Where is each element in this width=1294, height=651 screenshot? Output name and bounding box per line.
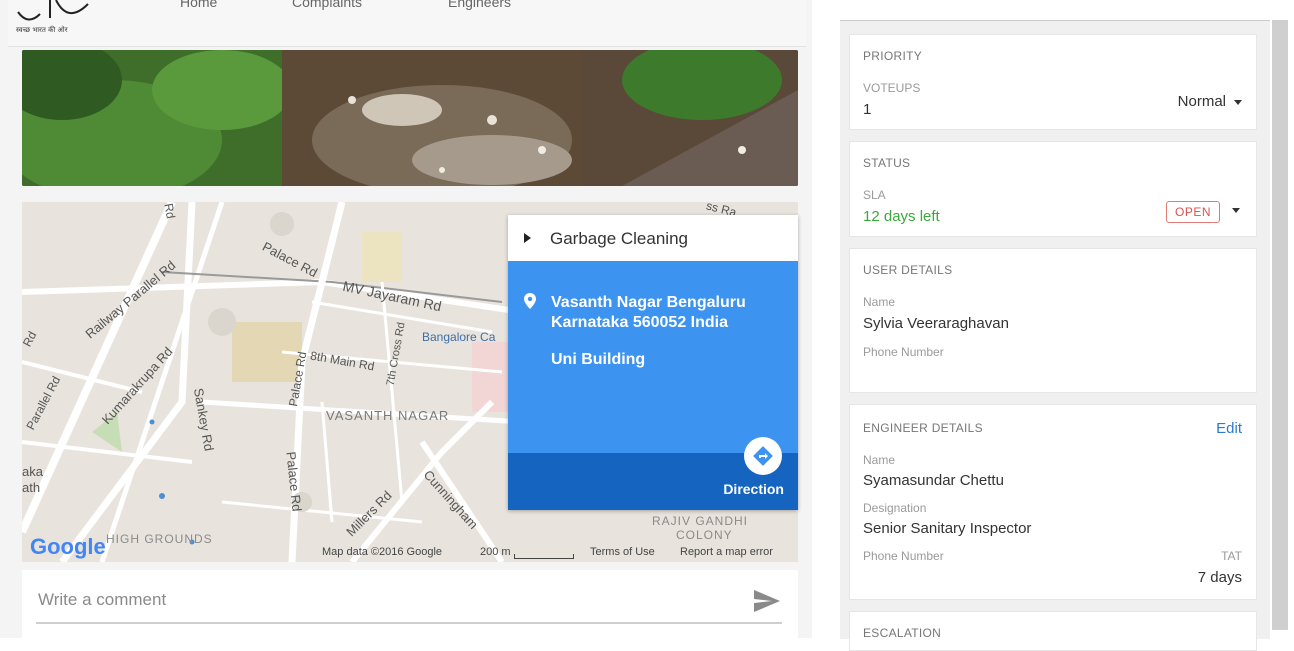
map-data-credit: Map data ©2016 Google bbox=[322, 546, 443, 558]
tat-label: TAT bbox=[1221, 549, 1242, 563]
top-navbar: स्वच्छ भारत की ओर Home Complaints Engine… bbox=[8, 0, 806, 47]
map-terms-link[interactable]: Terms of Use bbox=[590, 546, 655, 558]
location-pin-icon bbox=[524, 293, 536, 309]
address-line-2: Karnataka 560052 India bbox=[551, 314, 728, 331]
comment-underline bbox=[36, 622, 782, 624]
map-label-bangalore-ca: Bangalore Ca bbox=[422, 330, 496, 344]
address-line-1: Vasanth Nagar Bengaluru bbox=[551, 294, 746, 311]
sla-label: SLA bbox=[863, 188, 886, 202]
user-name: Sylvia Veeraraghavan bbox=[863, 315, 1009, 332]
priority-selected: Normal bbox=[1177, 93, 1226, 110]
map-label-colony: COLONY bbox=[676, 528, 733, 542]
map-scale: 200 m bbox=[480, 546, 511, 558]
sla-value: 12 days left bbox=[863, 208, 940, 225]
direction-icon[interactable] bbox=[744, 437, 782, 475]
caret-down-icon bbox=[1234, 99, 1242, 105]
infocard-header[interactable]: Garbage Cleaning bbox=[508, 215, 798, 261]
status-caret-down-icon[interactable] bbox=[1232, 208, 1240, 213]
escalation-card: ESCALATION bbox=[849, 611, 1257, 651]
user-details-card: USER DETAILS Name Sylvia Veeraraghavan P… bbox=[849, 248, 1257, 393]
send-icon[interactable] bbox=[754, 590, 780, 612]
map-attribution: Map data ©2016 Google 200 m Terms of Use… bbox=[22, 544, 798, 562]
complaint-category: Garbage Cleaning bbox=[550, 229, 688, 248]
engineer-details-title: ENGINEER DETAILS bbox=[863, 421, 983, 435]
priority-select[interactable]: Normal bbox=[1178, 93, 1242, 110]
direction-button[interactable]: Direction bbox=[508, 437, 798, 510]
user-phone-label: Phone Number bbox=[863, 345, 944, 359]
engineer-phone-label: Phone Number bbox=[863, 549, 944, 563]
map-scale-bar bbox=[514, 554, 574, 559]
status-title: STATUS bbox=[863, 156, 911, 170]
nav-engineers[interactable]: Engineers bbox=[448, 0, 511, 10]
complaint-sidebar: PRIORITY VOTEUPS 1 Normal STATUS SLA 12 … bbox=[840, 20, 1270, 651]
priority-title: PRIORITY bbox=[863, 49, 923, 63]
sidebar-scrollbar[interactable] bbox=[1272, 20, 1288, 630]
map-label-rajiv-gandhi: RAJIV GANDHI bbox=[652, 514, 749, 528]
designation-value: Senior Sanitary Inspector bbox=[863, 520, 1032, 537]
edit-engineer-link[interactable]: Edit bbox=[1216, 420, 1242, 437]
engineer-details-card: ENGINEER DETAILS Edit Name Syamasundar C… bbox=[849, 404, 1257, 600]
user-details-title: USER DETAILS bbox=[863, 263, 953, 277]
tat-value: 7 days bbox=[1197, 569, 1242, 586]
logo-caption: स्वच्छ भारत की ओर bbox=[16, 26, 68, 34]
engineer-name-label: Name bbox=[863, 453, 896, 467]
comment-section bbox=[22, 570, 798, 638]
nav-complaints[interactable]: Complaints bbox=[292, 0, 362, 10]
address-text: Vasanth Nagar Bengaluru Karnataka 560052… bbox=[551, 293, 746, 333]
complaint-location-card: Garbage Cleaning Vasanth Nagar Bengaluru… bbox=[508, 215, 798, 510]
map-label-ath: ath bbox=[22, 480, 41, 495]
map-label-aka: aka bbox=[22, 464, 43, 479]
expand-triangle-icon[interactable] bbox=[524, 233, 531, 243]
voteups-value: 1 bbox=[863, 101, 872, 118]
status-card: STATUS SLA 12 days left OPEN bbox=[849, 141, 1257, 237]
complaint-detail-pane: स्वच्छ भारत की ओर Home Complaints Engine… bbox=[0, 0, 812, 638]
map-label-rd-top: Rd bbox=[161, 202, 178, 220]
engineer-name: Syamasundar Chettu bbox=[863, 472, 1004, 489]
infocard-address: Vasanth Nagar Bengaluru Karnataka 560052… bbox=[508, 261, 798, 453]
nav-home[interactable]: Home bbox=[180, 0, 217, 10]
user-name-label: Name bbox=[863, 295, 896, 309]
building-name: Uni Building bbox=[551, 351, 646, 368]
map-label-vasanth-nagar: VASANTH NAGAR bbox=[326, 408, 450, 423]
direction-label: Direction bbox=[723, 481, 784, 497]
status-badge[interactable]: OPEN bbox=[1165, 201, 1220, 223]
complaint-photo bbox=[22, 50, 798, 186]
voteups-label: VOTEUPS bbox=[863, 81, 921, 95]
priority-card: PRIORITY VOTEUPS 1 Normal bbox=[849, 34, 1257, 130]
comment-input[interactable] bbox=[36, 582, 740, 618]
map-report-error-link[interactable]: Report a map error bbox=[680, 546, 773, 558]
designation-label: Designation bbox=[863, 501, 927, 515]
